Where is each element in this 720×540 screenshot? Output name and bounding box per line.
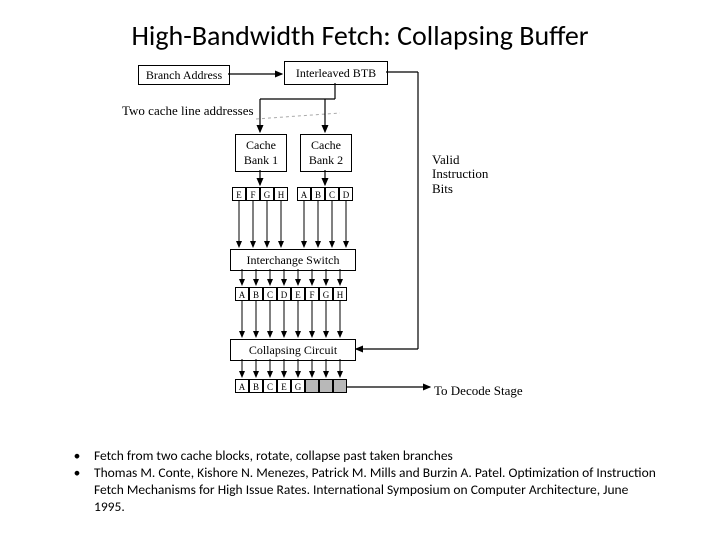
cell [319,379,333,393]
collapsing-circuit-box: Collapsing Circuit [230,339,356,361]
bank2-strip: ABCD [297,187,353,201]
bank1-strip: EFGH [232,187,288,201]
valid-bits-label: Valid Instruction Bits [432,153,488,196]
cell: G [319,287,333,301]
bullet-list: • Fetch from two cache blocks, rotate, c… [60,448,660,516]
bullet-text: Fetch from two cache blocks, rotate, col… [94,448,660,465]
bullet-dot-icon: • [60,448,94,465]
cell: G [260,187,274,201]
cell [333,379,347,393]
cell: B [249,379,263,393]
to-decode-label: To Decode Stage [434,383,523,399]
cell: H [333,287,347,301]
cell: A [297,187,311,201]
cell: H [274,187,288,201]
cell: B [311,187,325,201]
bullet-item: • Fetch from two cache blocks, rotate, c… [60,448,660,465]
cell: C [263,379,277,393]
interchange-switch-box: Interchange Switch [230,249,356,271]
branch-address-box: Branch Address [138,65,230,85]
cell: E [291,287,305,301]
cell: D [277,287,291,301]
cell: C [263,287,277,301]
arrows-overlay [0,59,720,439]
diagram: Branch Address Interleaved BTB Two cache… [0,59,720,439]
bullet-item: • Thomas M. Conte, Kishore N. Menezes, P… [60,465,660,516]
interleaved-btb-box: Interleaved BTB [284,61,388,85]
bullet-text: Thomas M. Conte, Kishore N. Menezes, Pat… [94,465,660,516]
cell: F [246,187,260,201]
cache-bank-1-box: Cache Bank 1 [235,134,287,172]
cell: G [291,379,305,393]
cell: B [249,287,263,301]
cell: F [305,287,319,301]
cell: C [325,187,339,201]
two-cache-lines-label: Two cache line addresses [122,103,254,119]
after-switch-strip: ABCDEFGH [235,287,347,301]
cell: E [232,187,246,201]
cell: D [339,187,353,201]
bullet-dot-icon: • [60,465,94,516]
cell: E [277,379,291,393]
after-collapse-strip: ABCEG [235,379,347,393]
cell: A [235,379,249,393]
cache-bank-2-box: Cache Bank 2 [300,134,352,172]
cell: A [235,287,249,301]
cell [305,379,319,393]
slide-title: High-Bandwidth Fetch: Collapsing Buffer [0,0,720,59]
